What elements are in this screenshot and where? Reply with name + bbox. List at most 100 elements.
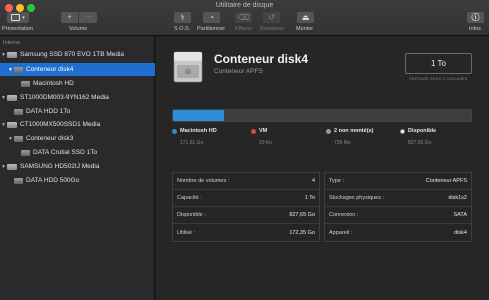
row-key: Type : xyxy=(329,178,344,184)
legend-dot xyxy=(251,128,256,134)
disclosure-open-icon[interactable]: ▼ xyxy=(7,67,14,73)
row-key: Capacité : xyxy=(177,195,202,201)
legend-dot xyxy=(172,128,177,134)
volume-icon xyxy=(21,80,30,87)
table-row: Utilisé : 172,35 Go xyxy=(173,224,319,241)
row-value: disk1s2 xyxy=(448,195,467,201)
sidebar: Interne ▼ Samsung SSD 870 EVO 1TB Media … xyxy=(0,36,155,300)
table-row: Nombre de volumes : 4 xyxy=(173,173,319,190)
internal-disk-icon xyxy=(7,121,17,128)
view-menu-button[interactable]: ▾ xyxy=(7,12,29,23)
info-table-left: Nombre de volumes : 4 Capacité : 1 To Disp… xyxy=(172,172,320,242)
volume-button-group: + − xyxy=(61,12,97,23)
sidebar-view-icon xyxy=(11,14,21,21)
legend-label: VM xyxy=(259,128,268,135)
toolbar: Utilitaire de disque ▾ Présentation + − … xyxy=(0,0,489,36)
row-value: 1 To xyxy=(304,195,315,201)
row-value: SATA xyxy=(453,212,467,218)
table-row: Disponible : 827,65 Go xyxy=(173,207,319,224)
detail-pane: Conteneur disk4 Conteneur APFS 1 To PART… xyxy=(156,36,489,300)
disclosure-open-icon[interactable]: ▼ xyxy=(0,164,7,170)
mount-icon: ⏏ xyxy=(301,13,310,22)
sidebar-item-disk[interactable]: ▼ ST1000DM003-9YN162 Media xyxy=(0,91,155,104)
sidebar-item-disk[interactable]: ▼ Samsung SSD 870 EVO 1TB Media xyxy=(0,48,155,61)
volume-icon xyxy=(14,177,23,184)
partition-label: Partitionner xyxy=(197,26,226,32)
partition-icon: ◔ xyxy=(209,13,214,22)
legend-value: 20 Ko xyxy=(259,140,273,146)
volume-icon xyxy=(14,108,23,115)
sidebar-item-label: ST1000DM003-9YN162 Media xyxy=(20,94,109,101)
info-label: Infos xyxy=(469,26,481,32)
table-row: Capacité : 1 To xyxy=(173,190,319,207)
restore-button[interactable]: ↺ xyxy=(263,12,280,23)
sidebar-item-label: Conteneur disk3 xyxy=(26,135,74,142)
table-row: Stockages physiques : disk1s2 xyxy=(325,190,471,207)
sidebar-item-label: CT1000MX500SSD1 Media xyxy=(20,121,101,128)
first-aid-label: S.O.S. xyxy=(174,26,191,32)
row-key: Nombre de volumes : xyxy=(177,178,230,184)
legend-value: 171,61 Go xyxy=(180,140,204,146)
legend-value: 827,65 Go xyxy=(408,140,432,146)
sidebar-section-internal: Interne xyxy=(3,40,21,46)
legend-unmounted: 2 non monté(s) 739 Mo xyxy=(326,128,373,146)
row-key: Disponible : xyxy=(177,212,206,218)
internal-disk-icon xyxy=(7,51,17,58)
erase-button[interactable]: ⌫ xyxy=(235,12,252,23)
sidebar-item-container[interactable]: ▼ Conteneur disk3 xyxy=(0,132,155,145)
volume-icon xyxy=(21,149,30,156)
sidebar-item-container[interactable]: ▼ Conteneur disk4 xyxy=(0,63,155,76)
disclosure-open-icon[interactable]: ▼ xyxy=(0,95,7,101)
sidebar-item-label: DATA HDD 1To xyxy=(26,108,71,115)
erase-icon: ⌫ xyxy=(237,13,250,22)
sidebar-item-volume[interactable]: DATA HDD 500Go xyxy=(0,174,155,187)
sidebar-item-disk[interactable]: ▼ CT1000MX500SSD1 Media xyxy=(0,118,155,131)
legend-value: 739 Mo xyxy=(334,140,351,146)
disclosure-open-icon[interactable]: ▼ xyxy=(0,52,7,58)
add-volume-button[interactable]: + xyxy=(61,12,79,23)
row-value: disk4 xyxy=(454,229,467,236)
sidebar-item-label: Conteneur disk4 xyxy=(26,66,74,73)
sidebar-item-label: Samsung SSD 870 EVO 1TB Media xyxy=(20,51,125,58)
container-icon xyxy=(14,135,23,142)
internal-disk-icon xyxy=(7,163,17,170)
erase-label: Effacer xyxy=(235,26,253,32)
legend-label: 2 non monté(s) xyxy=(334,128,374,135)
restore-label: Restaurer xyxy=(260,26,285,32)
view-label: Présentation xyxy=(2,26,33,32)
info-table-right: Type : Conteneur APFS Stockages physiques… xyxy=(324,172,472,242)
sidebar-item-label: DATA Crutial SSD 1To xyxy=(33,149,98,156)
container-icon xyxy=(14,66,23,73)
sidebar-item-volume[interactable]: DATA HDD 1To xyxy=(0,105,155,118)
sidebar-item-volume[interactable]: DATA Crutial SSD 1To xyxy=(0,146,155,159)
row-key: Appareil : xyxy=(329,229,353,236)
remove-volume-button[interactable]: − xyxy=(79,12,97,23)
restore-icon: ↺ xyxy=(268,13,275,22)
row-key: Stockages physiques : xyxy=(329,195,385,201)
legend-dot xyxy=(326,128,331,134)
legend-dot xyxy=(400,128,405,134)
sidebar-item-disk[interactable]: ▼ SAMSUNG HD502IJ Media xyxy=(0,160,155,173)
partition-button[interactable]: ◔ xyxy=(203,12,220,23)
sidebar-item-label: DATA HDD 500Go xyxy=(26,177,80,184)
disclosure-open-icon[interactable]: ▼ xyxy=(7,136,14,142)
chevron-down-icon: ▾ xyxy=(22,14,25,21)
sidebar-item-volume[interactable]: Macintosh HD xyxy=(0,77,155,90)
sidebar-item-label: SAMSUNG HD502IJ Media xyxy=(20,163,100,170)
row-value: 4 xyxy=(311,178,315,184)
first-aid-button[interactable]: ⚕ xyxy=(174,12,191,23)
row-key: Utilisé : xyxy=(177,229,196,236)
legend-vm: VM 20 Ko xyxy=(251,128,272,146)
row-value: 827,65 Go xyxy=(289,212,315,218)
disclosure-open-icon[interactable]: ▼ xyxy=(0,122,7,128)
usage-bar xyxy=(172,109,472,122)
info-button[interactable]: ⓘ xyxy=(467,12,484,23)
page-title: Conteneur disk4 xyxy=(214,52,309,66)
legend-available: Disponible 827,65 Go xyxy=(400,128,436,146)
stethoscope-icon: ⚕ xyxy=(180,13,185,22)
table-row: Connexion : SATA xyxy=(325,207,471,224)
capacity-caption: PARTAGÉ AVEC 4 VOLUMES xyxy=(409,76,468,81)
info-icon: ⓘ xyxy=(471,13,480,22)
mount-button[interactable]: ⏏ xyxy=(297,12,314,23)
volume-label: Volume xyxy=(69,26,88,32)
